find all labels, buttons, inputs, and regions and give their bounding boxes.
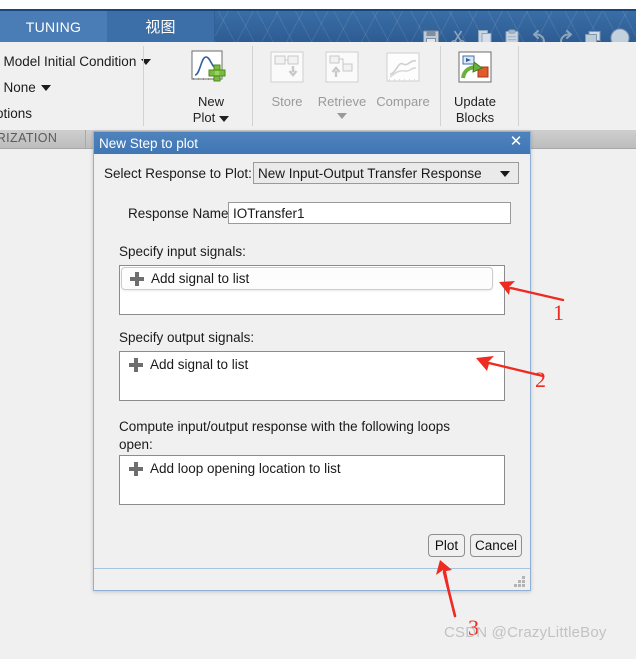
dialog-title-bar[interactable]: New Step to plot ✕: [94, 132, 530, 154]
section-label-linearization: ARIZATION: [0, 131, 58, 145]
input-signals-listbox[interactable]: Add signal to list: [119, 265, 505, 315]
dialog-title: New Step to plot: [99, 135, 199, 151]
ribbon-initial-condition-label: : Model Initial Condition: [0, 54, 137, 69]
response-name-value: IOTransfer1: [233, 205, 305, 221]
update-blocks-label2: Blocks: [455, 110, 495, 125]
store-label: Store: [271, 94, 303, 109]
copy-icon[interactable]: [472, 25, 497, 42]
tab-tuning[interactable]: TUNING: [0, 11, 107, 42]
output-signals-listbox[interactable]: Add signal to list: [119, 351, 505, 401]
tab-tuning-label: TUNING: [25, 18, 82, 35]
cut-icon[interactable]: [445, 25, 470, 42]
plus-icon: [129, 357, 143, 372]
paste-icon[interactable]: [499, 25, 524, 42]
cancel-button[interactable]: Cancel: [470, 534, 522, 557]
undo-icon[interactable]: [526, 25, 551, 42]
ribbon-body: : Model Initial Condition : None otions: [0, 42, 636, 130]
ribbon-divider: [143, 46, 144, 126]
update-blocks-button[interactable]: Update Blocks: [444, 47, 506, 126]
ribbon-options-row[interactable]: otions: [0, 106, 32, 121]
compare-icon: [381, 47, 425, 91]
window-top-strip: [0, 0, 636, 9]
add-output-signal-label: Add signal to list: [150, 357, 249, 372]
ribbon-divider: [440, 46, 441, 126]
compare-button: Compare: [372, 47, 434, 110]
ribbon-divider: [518, 46, 519, 126]
chevron-down-icon[interactable]: [219, 115, 230, 122]
tab-view[interactable]: 视图: [107, 11, 214, 42]
new-plot-label2: Plot: [193, 110, 230, 126]
store-button: Store: [256, 47, 318, 110]
ribbon-initial-condition-row[interactable]: : Model Initial Condition: [0, 54, 152, 69]
quick-access-toolbar: [418, 22, 632, 42]
help-icon[interactable]: [607, 25, 632, 42]
watermark-text: CSDN @CrazyLittleBoy: [444, 624, 607, 641]
compare-label: Compare: [376, 94, 430, 109]
retrieve-label: Retrieve: [317, 94, 367, 109]
ribbon-none-label: : None: [0, 80, 36, 95]
section-divider: [85, 130, 86, 149]
output-signals-label: Specify output signals:: [119, 330, 255, 345]
loop-openings-listbox[interactable]: Add loop opening location to list: [119, 455, 505, 505]
select-response-label: Select Response to Plot:: [104, 166, 252, 181]
annotation-arrow-3: [436, 560, 457, 618]
windows-icon[interactable]: [580, 25, 605, 42]
tab-view-label: 视图: [145, 19, 176, 36]
add-input-signal-label: Add signal to list: [151, 271, 250, 286]
close-icon[interactable]: ✕: [508, 134, 524, 150]
ribbon-none-row[interactable]: : None: [0, 80, 51, 95]
select-response-value: New Input-Output Transfer Response: [258, 165, 482, 181]
annotation-number-2: 2: [535, 367, 546, 392]
resize-grip-icon[interactable]: [514, 576, 525, 587]
add-input-signal-item[interactable]: Add signal to list: [121, 267, 493, 290]
new-plot-icon: [189, 47, 233, 91]
redo-icon[interactable]: [553, 25, 578, 42]
ribbon-tab-bar: TUNING 视图: [0, 11, 636, 42]
plus-icon: [129, 461, 143, 476]
response-name-input[interactable]: IOTransfer1: [228, 202, 511, 224]
new-plot-button[interactable]: New Plot: [180, 47, 242, 126]
store-icon: [265, 47, 309, 91]
ribbon-left-group: : Model Initial Condition : None otions: [0, 42, 152, 130]
loops-open-label-line1: Compute input/output response with the f…: [119, 419, 450, 434]
plot-button[interactable]: Plot: [428, 534, 465, 557]
chevron-down-icon: [337, 113, 347, 119]
chevron-down-icon[interactable]: [40, 84, 51, 91]
annotation-arrow-2: [476, 356, 545, 378]
update-blocks-label: Update: [454, 94, 496, 109]
input-signals-label: Specify input signals:: [119, 244, 246, 259]
cancel-button-label: Cancel: [474, 538, 518, 553]
ribbon-divider: [252, 46, 253, 126]
save-icon[interactable]: [418, 25, 443, 42]
retrieve-icon: [320, 47, 364, 91]
annotation-number-1: 1: [553, 300, 564, 325]
plot-button-label: Plot: [434, 538, 459, 553]
select-response-combobox[interactable]: New Input-Output Transfer Response: [253, 162, 519, 184]
response-name-label: Response Name:: [128, 206, 233, 221]
ribbon-options-label: otions: [0, 106, 33, 121]
chevron-down-icon[interactable]: [500, 171, 510, 177]
add-loop-opening-label: Add loop opening location to list: [150, 461, 341, 476]
add-loop-opening-item[interactable]: Add loop opening location to list: [121, 457, 341, 480]
new-plot-label: New: [197, 94, 224, 109]
retrieve-button: Retrieve: [311, 47, 373, 119]
update-blocks-icon: [453, 47, 497, 91]
plus-icon: [130, 271, 144, 286]
add-output-signal-item[interactable]: Add signal to list: [121, 353, 248, 376]
loops-open-label-line2: open:: [119, 437, 153, 452]
